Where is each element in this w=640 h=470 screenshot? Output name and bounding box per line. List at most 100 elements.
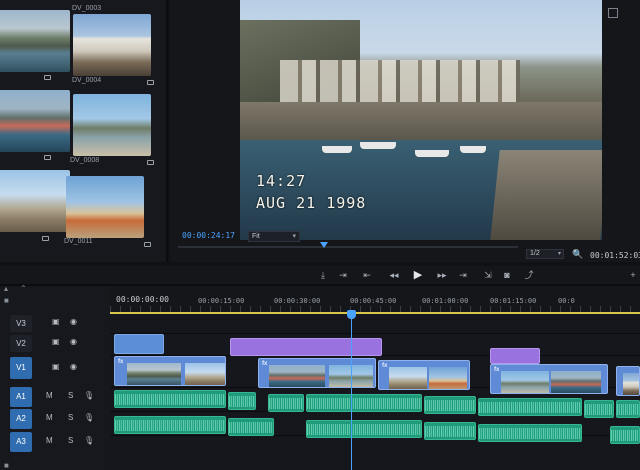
audio-waveform <box>307 398 421 409</box>
video-clip[interactable] <box>616 366 640 396</box>
track-label-v2[interactable]: V2 <box>10 335 32 352</box>
mute-button[interactable]: M <box>46 391 53 400</box>
bin-thumbnail-harbor-boats[interactable] <box>0 90 70 152</box>
transport-controls: ⤓ ⇥ ⇤ ◂◂ ▶ ▸▸ ⇥ ⇲ ◙ ⤴ + <box>0 266 640 284</box>
audio-clip[interactable] <box>114 390 226 408</box>
insert-icon[interactable]: ⇲ <box>481 268 495 282</box>
clip-type-icon <box>147 80 154 85</box>
playback-resolution-select[interactable]: 1/2 ▾ <box>526 249 564 259</box>
program-monitor-panel: 14:27 AUG 21 1998 00:00:24:17 Fit ▾ 1/2 … <box>170 0 640 262</box>
sync-lock-icon[interactable]: ▣ <box>52 362 60 371</box>
step-back-icon[interactable]: ◂◂ <box>387 268 401 282</box>
track-label-v3[interactable]: V3 <box>10 315 32 332</box>
audio-clip[interactable] <box>584 400 614 418</box>
track-label-a1[interactable]: A1 <box>10 387 32 407</box>
duration-timecode: 00:01:52:03 <box>590 251 640 260</box>
eye-icon[interactable]: ◉ <box>70 362 77 371</box>
bin-thumbnail-dv-0008[interactable] <box>73 94 151 156</box>
lift-icon[interactable]: ⤴ <box>522 268 536 282</box>
microphone-icon[interactable]: 🎙 <box>84 391 94 400</box>
audio-clip[interactable] <box>424 396 476 414</box>
mark-in-icon[interactable]: ⤓ <box>316 268 330 282</box>
monitor-scrub-bar[interactable] <box>178 246 518 248</box>
program-video-frame[interactable]: 14:27 AUG 21 1998 <box>240 0 602 240</box>
bin-thumbnail-beach-people[interactable] <box>0 170 70 232</box>
lock-icon[interactable]: ■ <box>4 296 9 305</box>
track-label-a2[interactable]: A2 <box>10 409 32 429</box>
chevron-down-icon: ▾ <box>292 233 296 240</box>
video-scene-houses <box>280 60 520 105</box>
bin-thumbnail-dv-0011[interactable] <box>66 176 144 238</box>
mute-button[interactable]: M <box>46 413 53 422</box>
panel-menu-icon[interactable] <box>608 8 618 18</box>
graphic-clip[interactable] <box>230 338 382 356</box>
ruler-tick-label: 00:0 <box>558 297 575 305</box>
fx-badge-icon: fx <box>262 361 268 367</box>
eye-icon[interactable]: ◉ <box>70 337 77 346</box>
video-clip[interactable]: fx <box>114 356 226 386</box>
bin-item-label: DV_0011 <box>64 238 93 245</box>
video-clip[interactable]: fx <box>490 364 608 394</box>
video-clip[interactable]: fx <box>378 360 470 390</box>
bin-item-label: DV_0008 <box>70 157 100 164</box>
sync-lock-icon[interactable]: ▣ <box>52 337 60 346</box>
solo-button[interactable]: S <box>68 413 73 422</box>
timeline-playhead-handle[interactable] <box>347 310 356 319</box>
audio-clip[interactable] <box>306 420 422 438</box>
track-label-v1[interactable]: V1 <box>10 357 32 379</box>
panel-grip-icon[interactable]: ▴ <box>4 284 8 293</box>
play-icon[interactable]: ▶ <box>411 268 425 282</box>
audio-clip[interactable] <box>478 424 582 442</box>
playhead-timecode[interactable]: 00:00:24:17 <box>182 231 235 240</box>
bin-item-label: DV_0004 <box>72 77 102 84</box>
lock-icon[interactable]: ■ <box>4 461 9 470</box>
microphone-icon[interactable]: 🎙 <box>84 436 94 445</box>
go-to-in-icon[interactable]: ⇤ <box>360 268 374 282</box>
track-label-a3[interactable]: A3 <box>10 432 32 452</box>
ruler-tick-label: 00:01:00:00 <box>422 297 469 305</box>
track-header-a2: A2 M S 🎙 <box>10 408 108 430</box>
clip-type-icon <box>147 160 154 165</box>
timeline-tracks: fx fx fx fx <box>110 314 640 470</box>
add-button-icon[interactable]: + <box>626 268 640 282</box>
audio-clip[interactable] <box>114 416 226 434</box>
microphone-icon[interactable]: 🎙 <box>84 413 94 422</box>
time-ruler[interactable]: 00:00:00:00 00:00:15:00 00:00:30:00 00:0… <box>110 286 640 314</box>
audio-waveform <box>617 404 639 415</box>
bin-thumbnail-dv-0004[interactable] <box>73 14 151 76</box>
video-clip[interactable]: fx <box>258 358 376 388</box>
eye-icon[interactable]: ◉ <box>70 317 77 326</box>
video-scene-boat <box>460 146 486 153</box>
track-header-v1: V1 ▣ ◉ <box>10 356 108 380</box>
bin-thumbnail-harbor-houses[interactable] <box>0 10 70 72</box>
fx-badge-icon: fx <box>494 367 500 373</box>
solo-button[interactable]: S <box>68 436 73 445</box>
audio-clip[interactable] <box>268 394 304 412</box>
timeline-playhead-line[interactable] <box>351 310 352 470</box>
audio-clip[interactable] <box>306 394 422 412</box>
audio-waveform <box>229 396 255 407</box>
graphic-clip[interactable] <box>490 348 540 364</box>
mark-out-icon[interactable]: ⇥ <box>336 268 350 282</box>
zoom-level-select[interactable]: Fit ▾ <box>248 231 300 242</box>
audio-clip[interactable] <box>228 392 256 410</box>
audio-clip[interactable] <box>478 398 582 416</box>
video-clip[interactable] <box>114 334 164 354</box>
audio-clip[interactable] <box>616 400 640 418</box>
snap-icon[interactable]: ⌃ <box>20 284 27 293</box>
go-to-out-icon[interactable]: ⇥ <box>456 268 470 282</box>
timeline-panel: ▴ ⌃ ■ ■ V3 ▣ ◉ V2 ▣ ◉ V1 ▣ ◉ A1 M S 🎙 A2… <box>0 284 640 470</box>
audio-clip[interactable] <box>228 418 274 436</box>
lane-v3[interactable] <box>110 314 640 334</box>
step-forward-icon[interactable]: ▸▸ <box>435 268 449 282</box>
clip-type-icon <box>42 236 49 241</box>
audio-clip[interactable] <box>424 422 476 440</box>
settings-wrench-icon[interactable]: 🔍 <box>572 249 583 260</box>
monitor-playhead-icon[interactable] <box>320 242 328 248</box>
solo-button[interactable]: S <box>68 391 73 400</box>
audio-clip[interactable] <box>610 426 640 444</box>
camera-icon[interactable]: ◙ <box>500 268 514 282</box>
mute-button[interactable]: M <box>46 436 53 445</box>
video-scene-boat <box>360 142 396 149</box>
sync-lock-icon[interactable]: ▣ <box>52 317 60 326</box>
